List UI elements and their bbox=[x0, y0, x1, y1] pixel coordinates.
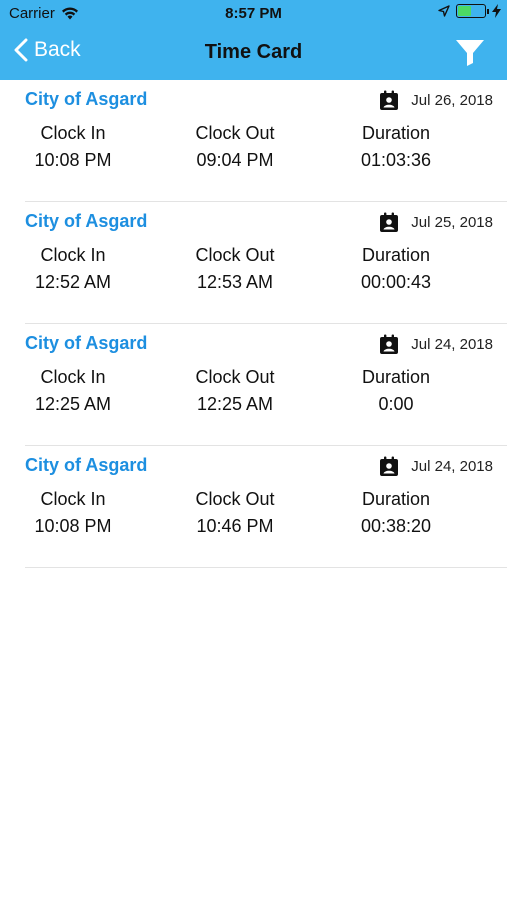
organization-name: City of Asgard bbox=[25, 333, 148, 353]
duration-value: 01:03:36 bbox=[360, 150, 432, 170]
entry-date: Jul 24, 2018 bbox=[379, 456, 493, 477]
header: Carrier 8:57 PM Back Time Card bbox=[0, 0, 507, 80]
clock-out-column: Clock Out 12:53 AM bbox=[190, 242, 280, 296]
duration-value: 00:38:20 bbox=[360, 516, 432, 536]
duration-value: 0:00 bbox=[378, 394, 414, 414]
page-title: Time Card bbox=[204, 41, 303, 63]
time-entry-card[interactable]: City of Asgard Jul 25, 2018 Clock In 12:… bbox=[25, 202, 507, 324]
duration-column: Duration 00:00:43 bbox=[355, 242, 437, 296]
clock-out-value: 10:46 PM bbox=[196, 516, 274, 536]
clock-out-value: 09:04 PM bbox=[196, 150, 274, 170]
clock-in-value: 12:52 AM bbox=[34, 272, 112, 292]
duration-label: Duration bbox=[361, 489, 431, 509]
status-time: 8:57 PM bbox=[225, 5, 282, 22]
clock-out-label: Clock Out bbox=[195, 245, 275, 265]
clock-in-value: 12:25 AM bbox=[34, 394, 112, 414]
date-label: Jul 24, 2018 bbox=[411, 458, 493, 475]
clock-out-label: Clock Out bbox=[195, 489, 275, 509]
date-label: Jul 25, 2018 bbox=[411, 214, 493, 231]
entry-date: Jul 25, 2018 bbox=[379, 212, 493, 233]
entry-date: Jul 24, 2018 bbox=[379, 334, 493, 355]
clock-out-value: 12:53 AM bbox=[196, 272, 274, 292]
battery-fill bbox=[458, 6, 472, 16]
clock-out-column: Clock Out 12:25 AM bbox=[190, 364, 280, 418]
filter-button[interactable] bbox=[455, 39, 485, 72]
entry-date: Jul 26, 2018 bbox=[379, 90, 493, 111]
calendar-contact-icon bbox=[380, 456, 399, 476]
card-header: City of Asgard Jul 24, 2018 bbox=[25, 324, 507, 364]
time-entry-card[interactable]: City of Asgard Jul 24, 2018 Clock In 12:… bbox=[25, 324, 507, 446]
clock-in-label: Clock In bbox=[40, 123, 106, 143]
organization-name: City of Asgard bbox=[25, 455, 148, 475]
organization-name: City of Asgard bbox=[25, 211, 148, 231]
duration-label: Duration bbox=[361, 123, 431, 143]
clock-in-column: Clock In 10:08 PM bbox=[33, 486, 113, 540]
calendar-contact-icon bbox=[380, 212, 399, 232]
clock-out-column: Clock Out 09:04 PM bbox=[190, 120, 280, 174]
battery-indicator bbox=[456, 4, 486, 18]
duration-value: 00:00:43 bbox=[360, 272, 432, 292]
clock-in-label: Clock In bbox=[40, 367, 106, 387]
nav-bar: Back Time Card bbox=[0, 28, 507, 80]
clock-in-value: 10:08 PM bbox=[34, 150, 112, 170]
time-entry-card[interactable]: City of Asgard Jul 26, 2018 Clock In 10:… bbox=[25, 80, 507, 202]
bolt-icon bbox=[492, 4, 501, 18]
clock-out-value: 12:25 AM bbox=[196, 394, 274, 414]
location-arrow-icon bbox=[438, 5, 450, 17]
clock-in-label: Clock In bbox=[40, 245, 106, 265]
time-entry-card[interactable]: City of Asgard Jul 24, 2018 Clock In 10:… bbox=[25, 446, 507, 568]
duration-column: Duration 00:38:20 bbox=[355, 486, 437, 540]
duration-column: Duration 0:00 bbox=[355, 364, 437, 418]
duration-column: Duration 01:03:36 bbox=[355, 120, 437, 174]
calendar-contact-icon bbox=[380, 90, 399, 110]
time-entry-list: City of Asgard Jul 26, 2018 Clock In 10:… bbox=[25, 80, 507, 568]
status-bar: Carrier 8:57 PM bbox=[0, 0, 507, 28]
clock-in-label: Clock In bbox=[40, 489, 106, 509]
organization-name: City of Asgard bbox=[25, 89, 148, 109]
card-header: City of Asgard Jul 26, 2018 bbox=[25, 80, 507, 120]
card-header: City of Asgard Jul 24, 2018 bbox=[25, 446, 507, 486]
clock-in-column: Clock In 12:25 AM bbox=[33, 364, 113, 418]
status-right bbox=[438, 4, 501, 18]
date-label: Jul 26, 2018 bbox=[411, 92, 493, 109]
clock-out-label: Clock Out bbox=[195, 367, 275, 387]
clock-out-label: Clock Out bbox=[195, 123, 275, 143]
clock-in-value: 10:08 PM bbox=[34, 516, 112, 536]
clock-out-column: Clock Out 10:46 PM bbox=[190, 486, 280, 540]
duration-label: Duration bbox=[361, 367, 431, 387]
card-header: City of Asgard Jul 25, 2018 bbox=[25, 202, 507, 242]
battery-cap bbox=[487, 8, 489, 14]
filter-icon bbox=[456, 40, 484, 66]
clock-in-column: Clock In 10:08 PM bbox=[33, 120, 113, 174]
calendar-contact-icon bbox=[380, 334, 399, 354]
clock-in-column: Clock In 12:52 AM bbox=[33, 242, 113, 296]
date-label: Jul 24, 2018 bbox=[411, 336, 493, 353]
duration-label: Duration bbox=[361, 245, 431, 265]
